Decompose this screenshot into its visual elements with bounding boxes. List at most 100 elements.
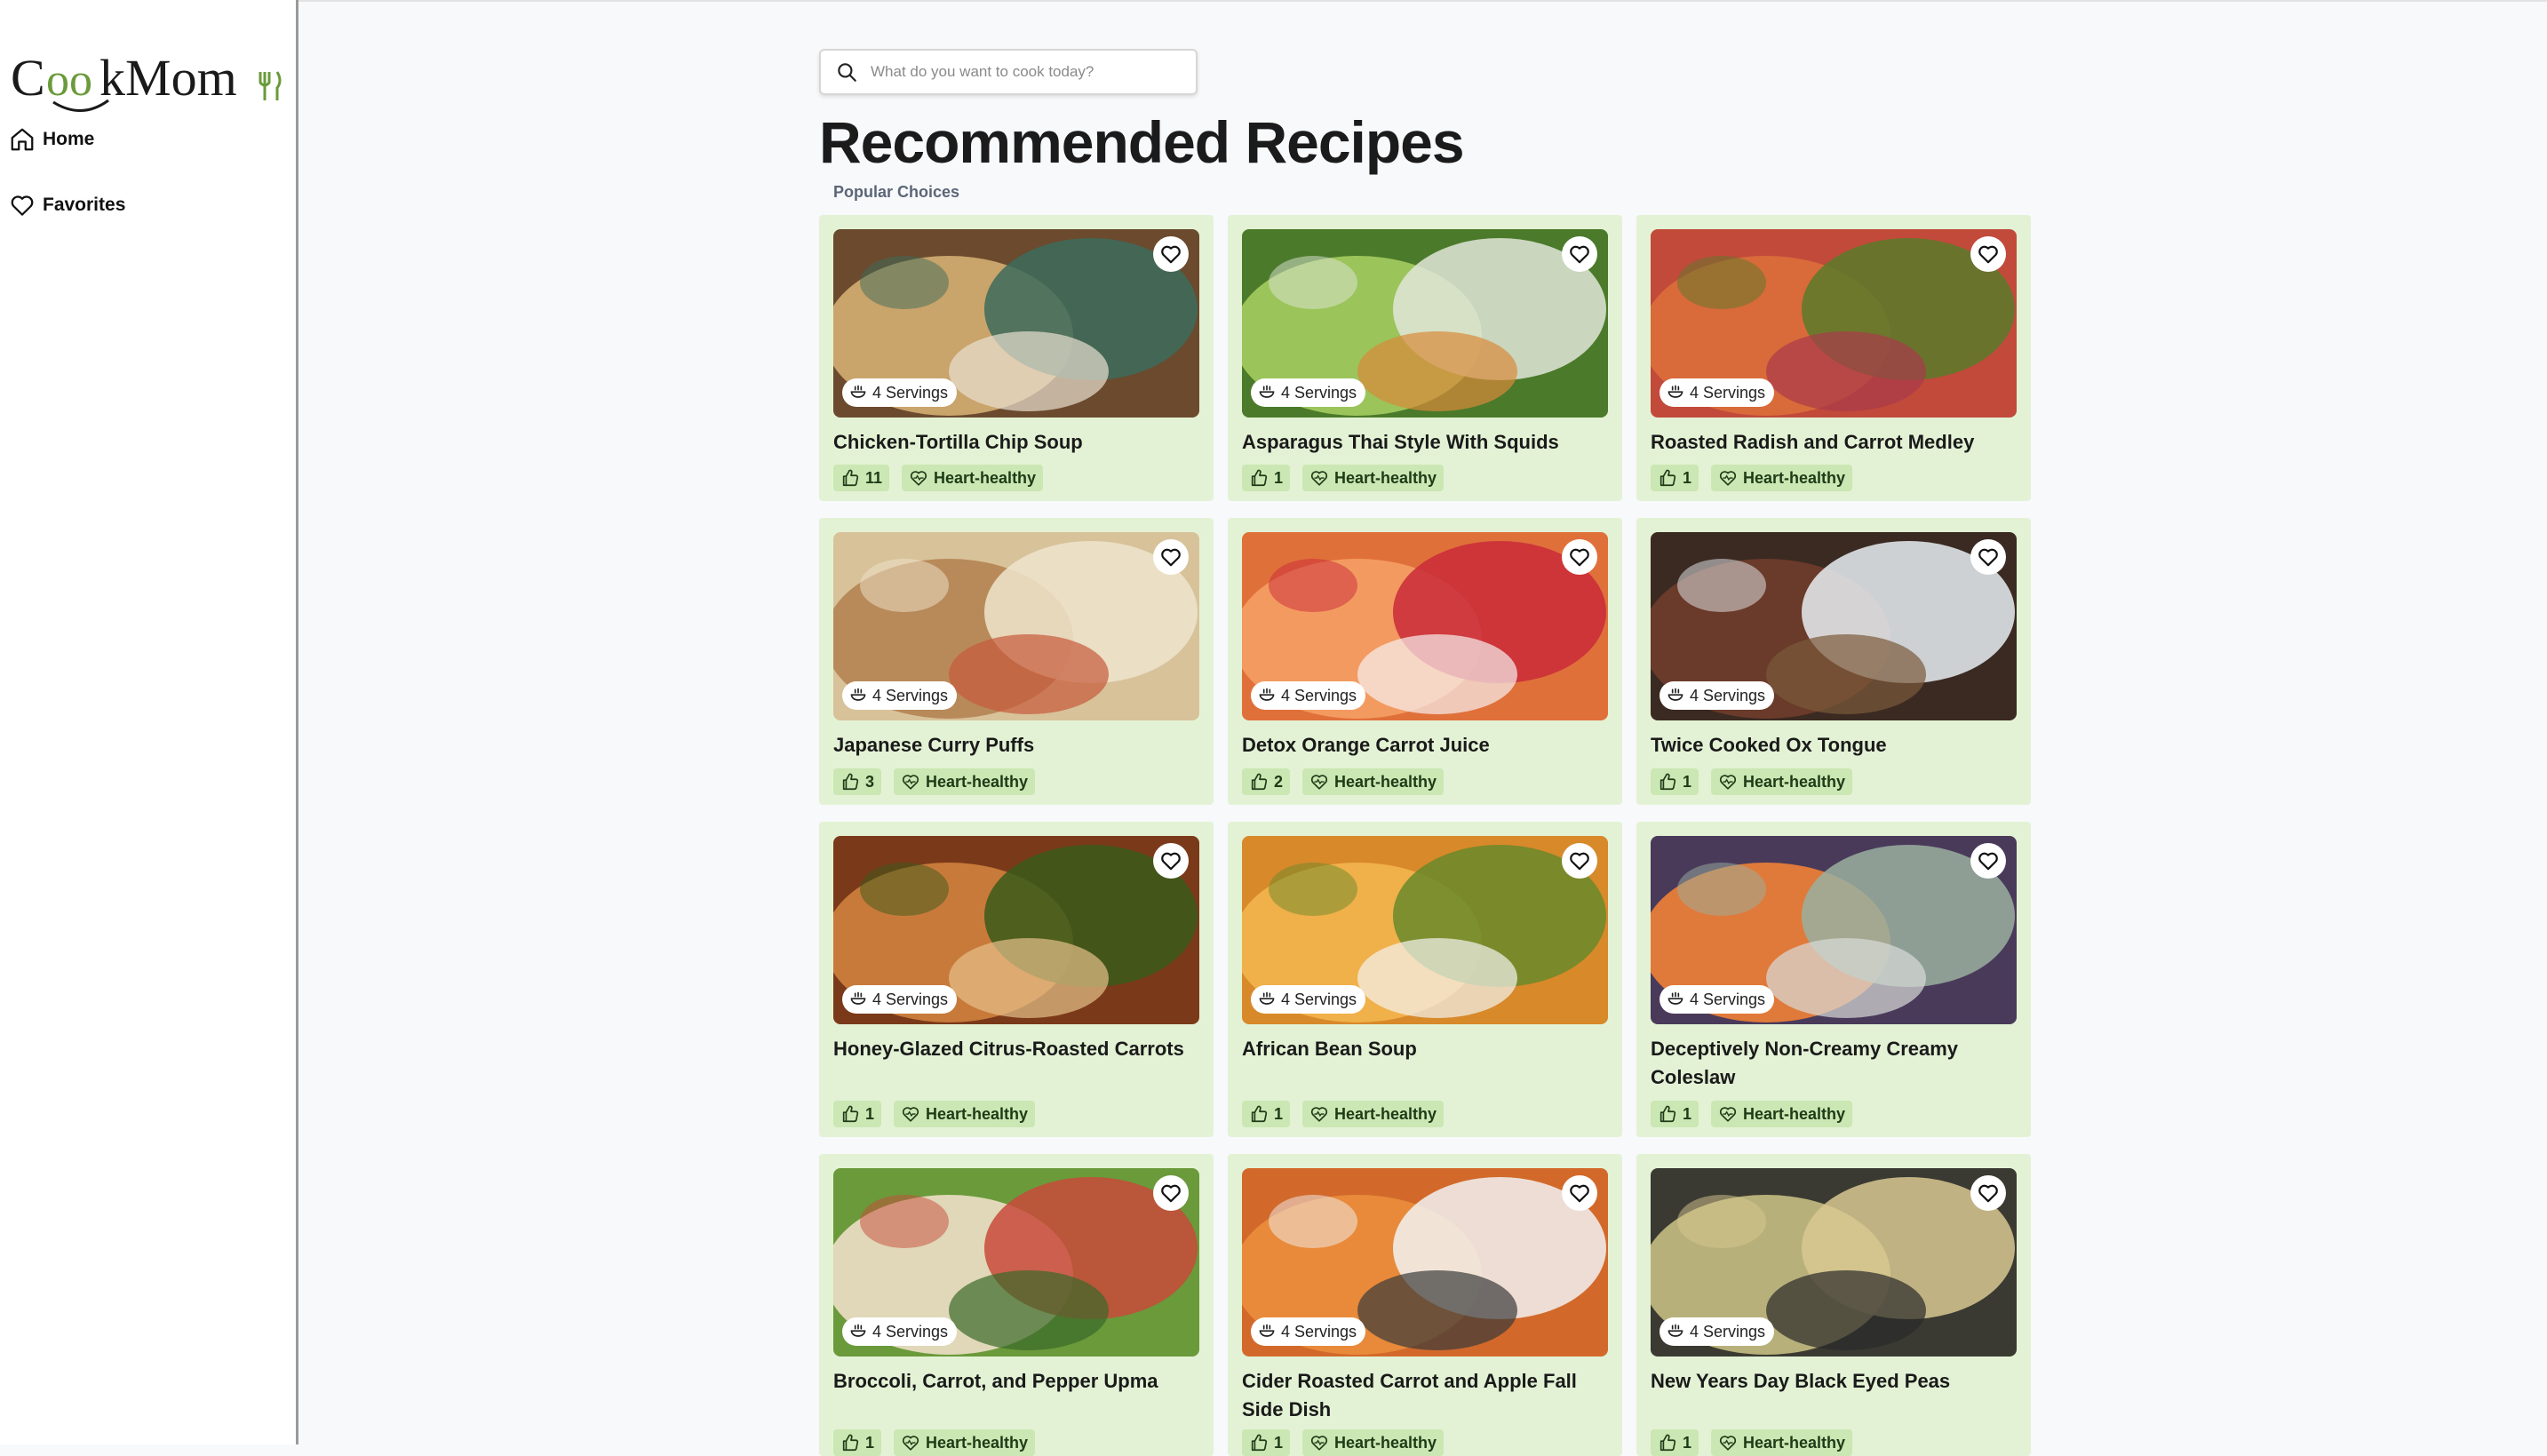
favorite-button[interactable] [1153, 236, 1189, 272]
favorite-button[interactable] [1562, 843, 1597, 879]
sidebar-item-home[interactable]: Home [9, 126, 94, 153]
recipe-title[interactable]: Honey-Glazed Citrus-Roasted Carrots [833, 1035, 1206, 1063]
recipe-title[interactable]: Cider Roasted Carrot and Apple Fall Side… [1242, 1367, 1615, 1424]
recipe-image[interactable]: 4 Servings [833, 229, 1199, 418]
likes-count: 1 [1274, 1104, 1284, 1123]
thumbs-up-icon [842, 469, 859, 487]
bowl-icon [1667, 385, 1683, 398]
bowl-icon [1259, 688, 1275, 701]
recipe-meta: 11 Heart-healthy [833, 465, 1055, 491]
tag-label: Heart-healthy [1743, 468, 1846, 487]
servings-badge: 4 Servings [1660, 1317, 1775, 1346]
recipe-title[interactable]: African Bean Soup [1242, 1035, 1615, 1063]
servings-badge: 4 Servings [1660, 681, 1775, 710]
favorite-button[interactable] [1153, 539, 1189, 575]
recipe-image[interactable]: 4 Servings [1242, 836, 1608, 1024]
bowl-icon [850, 991, 866, 1005]
recipe-card[interactable]: 4 Servings Japanese Curry Puffs 3 Heart-… [819, 518, 1214, 805]
thumbs-up-icon [1660, 1105, 1676, 1123]
heart-pulse-icon [910, 471, 927, 486]
likes-count: 1 [865, 1433, 875, 1452]
cookmom-logo[interactable]: C oo kMom [11, 49, 282, 129]
heart-icon [1161, 1184, 1181, 1203]
recipe-title[interactable]: Broccoli, Carrot, and Pepper Upma [833, 1367, 1206, 1396]
recipe-card[interactable]: 4 Servings Twice Cooked Ox Tongue 1 Hear… [1636, 518, 2031, 805]
favorite-button[interactable] [1970, 1175, 2006, 1211]
recipe-card[interactable]: 4 Servings Cider Roasted Carrot and Appl… [1228, 1154, 1622, 1456]
recipe-card[interactable]: 4 Servings Broccoli, Carrot, and Pepper … [819, 1154, 1214, 1456]
recipe-title[interactable]: Detox Orange Carrot Juice [1242, 731, 1615, 760]
recipe-meta: 1 Heart-healthy [833, 1429, 1047, 1456]
bowl-icon [1667, 688, 1683, 701]
heart-pulse-icon [902, 1436, 919, 1451]
favorite-button[interactable] [1970, 236, 2006, 272]
likes-count: 3 [865, 772, 875, 791]
recipe-title[interactable]: Chicken-Tortilla Chip Soup [833, 428, 1206, 457]
likes-badge[interactable]: 11 [833, 465, 890, 491]
recipe-title[interactable]: Asparagus Thai Style With Squids [1242, 428, 1615, 457]
likes-badge[interactable]: 1 [833, 1101, 882, 1127]
favorite-button[interactable] [1562, 1175, 1597, 1211]
recipe-title[interactable]: Roasted Radish and Carrot Medley [1651, 428, 2024, 457]
recipe-image[interactable]: 4 Servings [1651, 1168, 2017, 1357]
recipe-card[interactable]: 4 Servings African Bean Soup 1 Heart-hea… [1228, 822, 1622, 1137]
favorite-button[interactable] [1970, 843, 2006, 879]
bowl-icon [850, 385, 866, 398]
recipe-card[interactable]: 4 Servings Roasted Radish and Carrot Med… [1636, 215, 2031, 501]
likes-badge[interactable]: 3 [833, 768, 882, 795]
heart-healthy-tag: Heart-healthy [1302, 1429, 1445, 1456]
heart-pulse-icon [1719, 471, 1737, 486]
servings-badge: 4 Servings [842, 681, 958, 710]
likes-badge[interactable]: 1 [1651, 1429, 1699, 1456]
sidebar-item-label: Favorites [43, 195, 126, 215]
tag-label: Heart-healthy [934, 468, 1037, 487]
recipe-image[interactable]: 4 Servings [833, 532, 1199, 720]
recipe-image[interactable]: 4 Servings [1242, 532, 1608, 720]
favorite-button[interactable] [1153, 843, 1189, 879]
recipe-meta: 1 Heart-healthy [1651, 1101, 1865, 1127]
likes-badge[interactable]: 1 [1242, 1101, 1291, 1127]
favorite-button[interactable] [1153, 1175, 1189, 1211]
search-input[interactable] [869, 62, 1192, 82]
bowl-icon [850, 1324, 866, 1337]
tag-label: Heart-healthy [926, 1104, 1029, 1123]
favorite-button[interactable] [1970, 539, 2006, 575]
recipe-card[interactable]: 4 Servings Detox Orange Carrot Juice 2 H… [1228, 518, 1622, 805]
recipe-card[interactable]: 4 Servings New Years Day Black Eyed Peas… [1636, 1154, 2031, 1456]
recipe-image[interactable]: 4 Servings [1651, 229, 2017, 418]
sidebar-item-favorites[interactable]: Favorites [9, 192, 125, 219]
recipe-image[interactable]: 4 Servings [1651, 836, 2017, 1024]
likes-badge[interactable]: 1 [1242, 465, 1291, 491]
recipe-card[interactable]: 4 Servings Chicken-Tortilla Chip Soup 11… [819, 215, 1214, 501]
tag-label: Heart-healthy [926, 1433, 1029, 1452]
likes-badge[interactable]: 1 [1651, 1101, 1699, 1127]
likes-badge[interactable]: 1 [1242, 1429, 1291, 1456]
likes-badge[interactable]: 1 [1651, 465, 1699, 491]
recipe-title[interactable]: Twice Cooked Ox Tongue [1651, 731, 2024, 760]
recipe-title[interactable]: Deceptively Non-Creamy Creamy Coleslaw [1651, 1035, 2024, 1092]
recipe-card[interactable]: 4 Servings Deceptively Non-Creamy Creamy… [1636, 822, 2031, 1137]
tag-label: Heart-healthy [1334, 1104, 1437, 1123]
recipe-image[interactable]: 4 Servings [1651, 532, 2017, 720]
bowl-icon [850, 688, 866, 701]
recipe-image[interactable]: 4 Servings [833, 836, 1199, 1024]
recipe-image[interactable]: 4 Servings [1242, 1168, 1608, 1357]
recipe-title[interactable]: Japanese Curry Puffs [833, 731, 1206, 760]
recipe-image[interactable]: 4 Servings [833, 1168, 1199, 1357]
recipe-card[interactable]: 4 Servings Asparagus Thai Style With Squ… [1228, 215, 1622, 501]
favorite-button[interactable] [1562, 539, 1597, 575]
recipe-image[interactable]: 4 Servings [1242, 229, 1608, 418]
search-box[interactable] [819, 49, 1198, 95]
recipe-card[interactable]: 4 Servings Honey-Glazed Citrus-Roasted C… [819, 822, 1214, 1137]
likes-badge[interactable]: 1 [1651, 768, 1699, 795]
servings-text: 4 Servings [872, 383, 949, 402]
recipe-title[interactable]: New Years Day Black Eyed Peas [1651, 1367, 2024, 1396]
heart-icon [1978, 548, 1998, 567]
servings-text: 4 Servings [872, 1322, 949, 1341]
favorite-button[interactable] [1562, 236, 1597, 272]
likes-count: 1 [1274, 1433, 1284, 1452]
tag-label: Heart-healthy [1743, 1104, 1846, 1123]
servings-text: 4 Servings [872, 990, 949, 1008]
likes-badge[interactable]: 1 [833, 1429, 882, 1456]
likes-badge[interactable]: 2 [1242, 768, 1291, 795]
